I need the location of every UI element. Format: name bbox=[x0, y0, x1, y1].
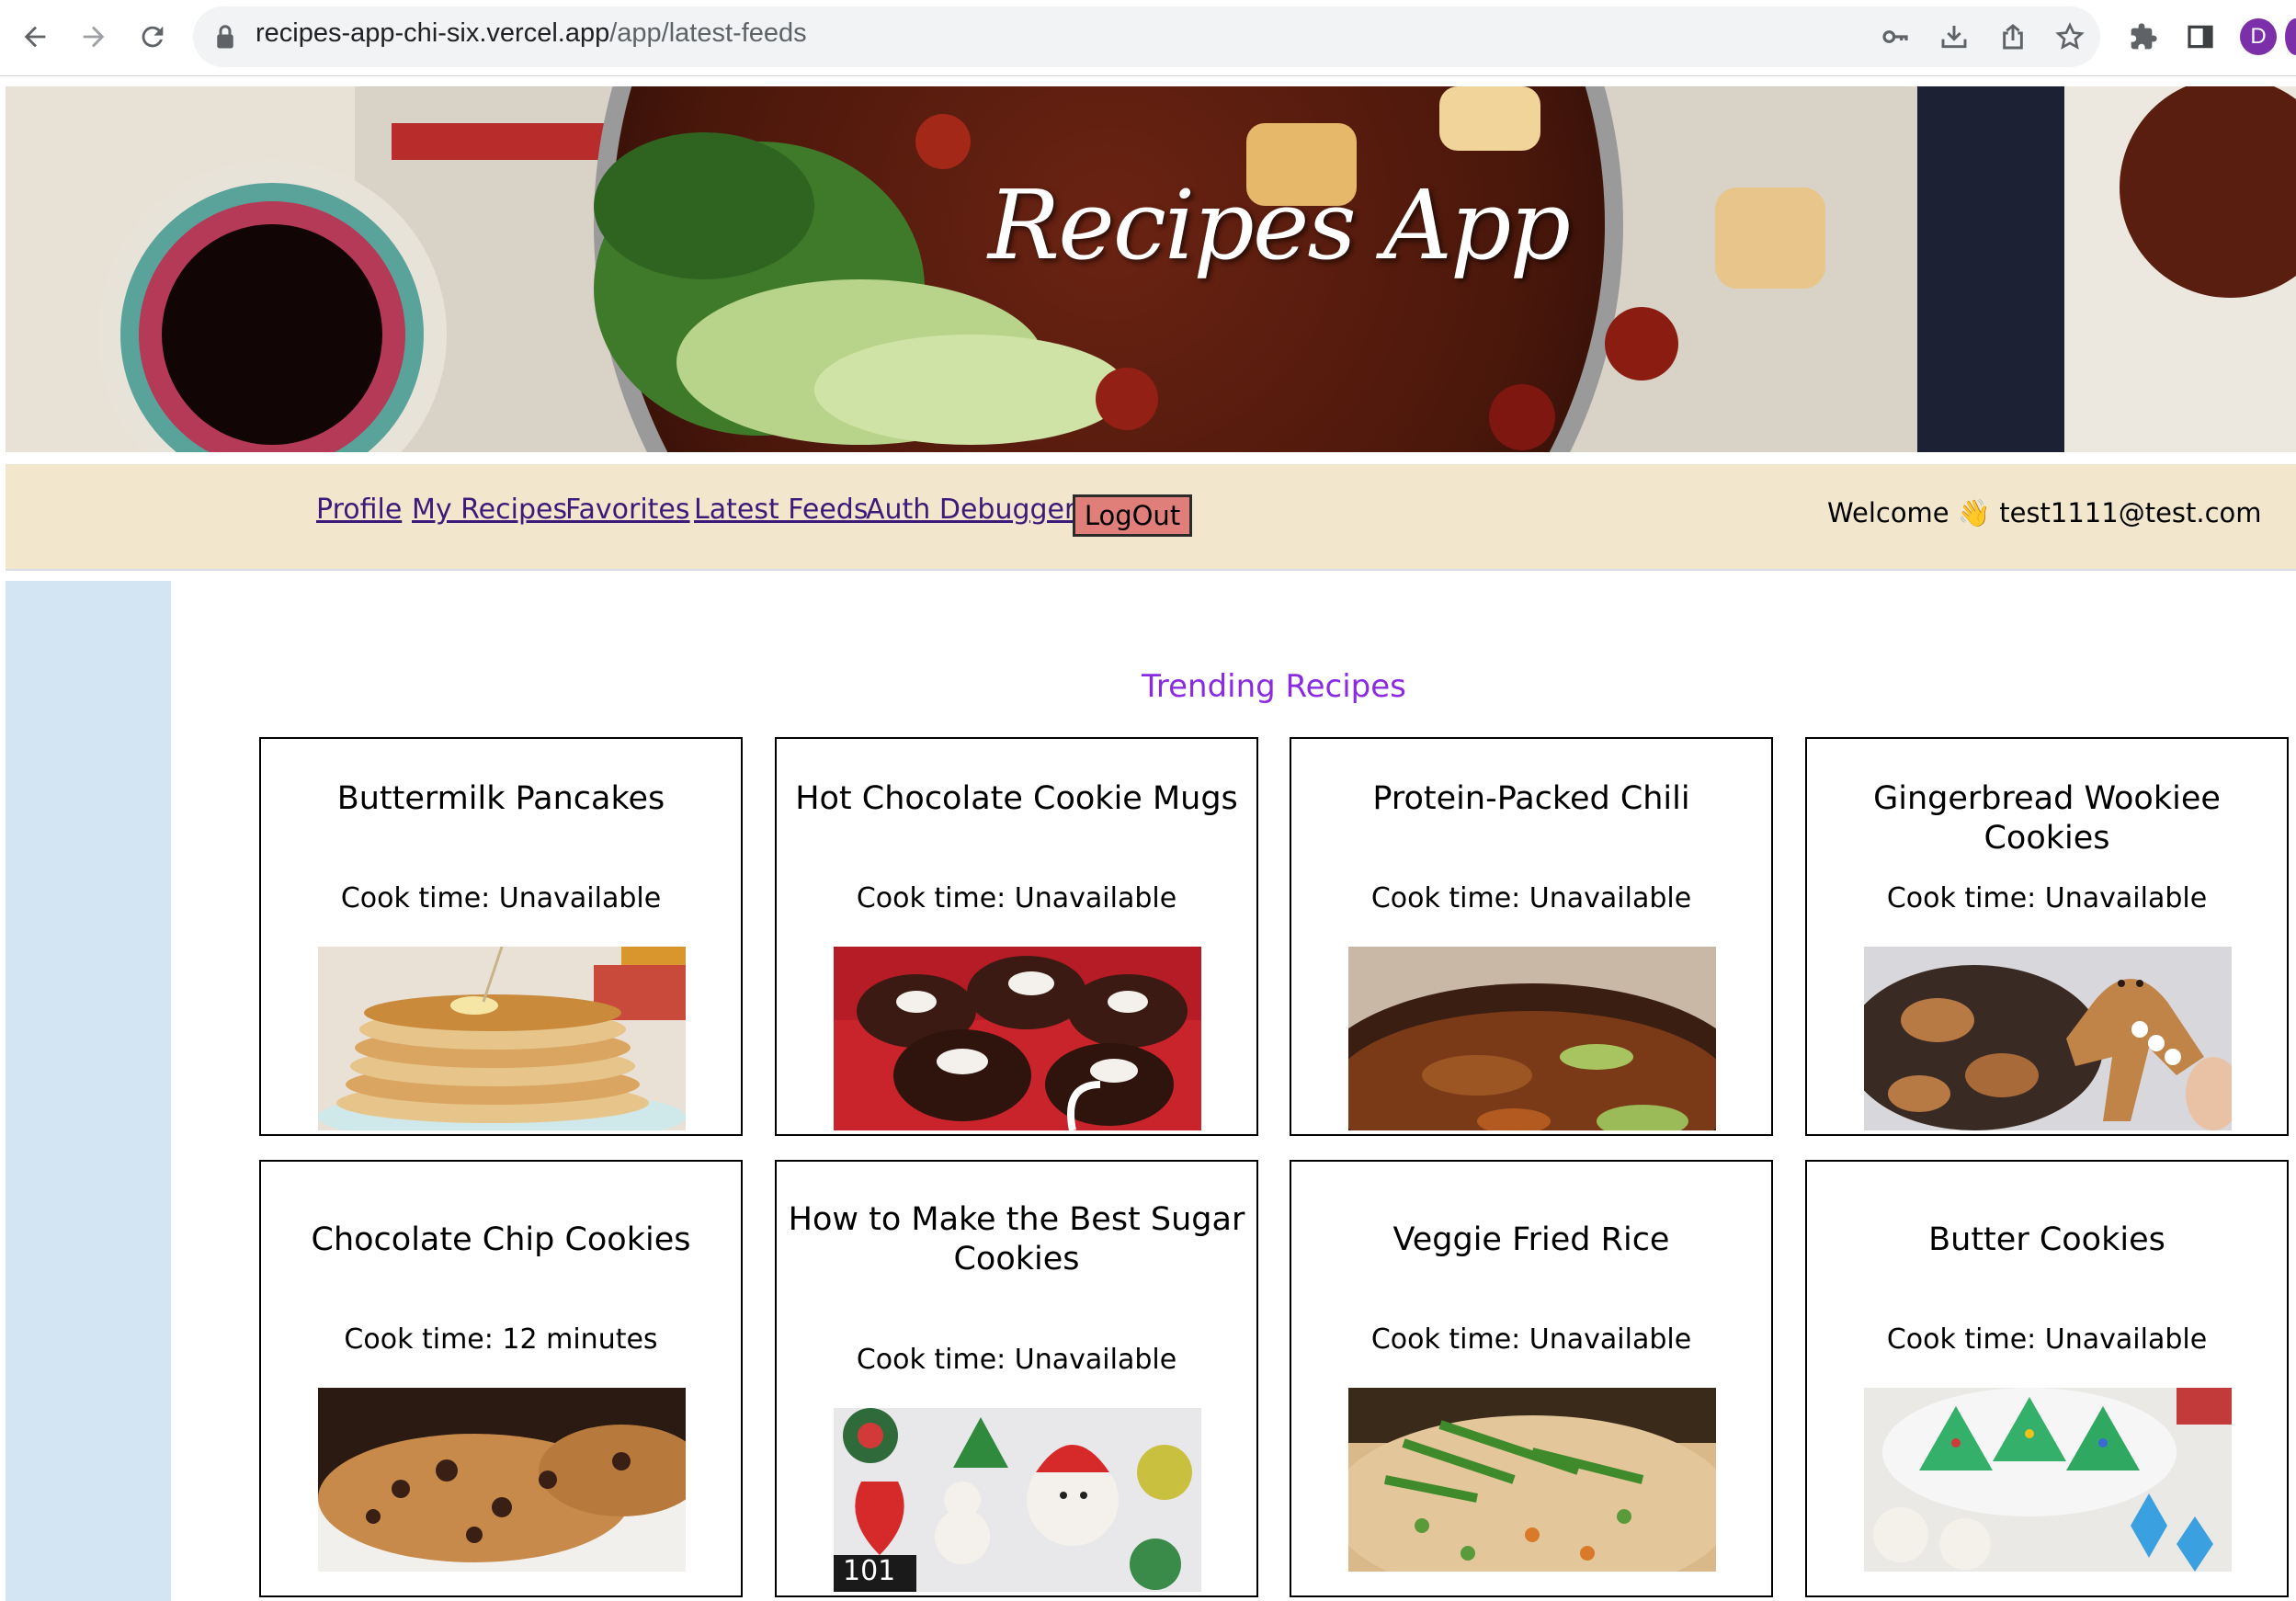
recipe-cook-time: Cook time: Unavailable bbox=[1370, 1323, 1692, 1356]
recipe-image-pancakes[interactable] bbox=[318, 947, 686, 1130]
install-icon[interactable] bbox=[1936, 18, 1972, 55]
forward-icon[interactable] bbox=[70, 13, 118, 61]
recipe-card[interactable]: Hot Chocolate Cookie Mugs Cook time: Una… bbox=[775, 737, 1258, 1136]
nav-link-latest-feeds[interactable]: Latest Feeds bbox=[694, 494, 868, 526]
sidebar bbox=[6, 581, 171, 1601]
recipe-image-sugar-cookies[interactable]: 101 bbox=[834, 1408, 1201, 1592]
recipe-card[interactable]: Chocolate Chip Cookies Cook time: 12 min… bbox=[259, 1160, 743, 1597]
section-title: Trending Recipes bbox=[1142, 668, 1406, 705]
nav-link-auth-debugger[interactable]: Auth Debugger bbox=[866, 494, 1075, 526]
recipe-cook-time: Cook time: Unavailable bbox=[856, 1344, 1177, 1376]
recipe-card[interactable]: Gingerbread Wookiee Cookies Cook time: U… bbox=[1805, 737, 2289, 1136]
recipe-cook-time: Cook time: Unavailable bbox=[1886, 1323, 2208, 1356]
profile-avatar-partial bbox=[2285, 18, 2296, 55]
share-icon[interactable] bbox=[1995, 18, 2031, 55]
recipe-card[interactable]: How to Make the Best Sugar Cookies Cook … bbox=[775, 1160, 1258, 1597]
app-title: Recipes App bbox=[987, 169, 1571, 281]
recipe-image-gingerbread[interactable] bbox=[1864, 947, 2232, 1130]
recipe-title: Butter Cookies bbox=[1928, 1221, 2165, 1258]
url-domain: recipes-app-chi-six.vercel.app bbox=[256, 18, 610, 48]
recipe-card[interactable]: Buttermilk Pancakes Cook time: Unavailab… bbox=[259, 737, 743, 1136]
url-path: /app/latest-feeds bbox=[609, 18, 807, 48]
browser-toolbar: recipes-app-chi-six.vercel.app/app/lates… bbox=[0, 0, 2296, 76]
bookmark-star-icon[interactable] bbox=[2052, 18, 2088, 55]
recipe-title: Buttermilk Pancakes bbox=[336, 780, 665, 817]
recipe-cook-time: Cook time: Unavailable bbox=[340, 882, 662, 914]
recipe-image-fried-rice[interactable] bbox=[1348, 1388, 1716, 1572]
recipe-cook-time: Cook time: 12 minutes bbox=[344, 1323, 658, 1356]
lock-icon[interactable] bbox=[213, 23, 237, 54]
recipe-title: How to Make the Best Sugar Cookies bbox=[788, 1201, 1245, 1277]
recipe-title: Chocolate Chip Cookies bbox=[311, 1221, 691, 1258]
back-icon[interactable] bbox=[11, 13, 59, 61]
nav-link-my-recipes[interactable]: My Recipes bbox=[412, 494, 567, 526]
logout-button[interactable]: LogOut bbox=[1073, 494, 1192, 537]
side-panel-icon[interactable] bbox=[2182, 18, 2219, 55]
nav-link-profile[interactable]: Profile bbox=[316, 494, 402, 526]
profile-initial: D bbox=[2250, 24, 2267, 49]
recipe-cook-time: Cook time: Unavailable bbox=[856, 882, 1177, 914]
recipe-image-cookie-mugs[interactable] bbox=[834, 947, 1201, 1130]
recipe-image-butter-cookies[interactable] bbox=[1864, 1388, 2232, 1572]
recipe-card[interactable]: Veggie Fried Rice Cook time: Unavailable bbox=[1290, 1160, 1773, 1597]
recipe-card[interactable]: Butter Cookies Cook time: Unavailable bbox=[1805, 1160, 2289, 1597]
recipe-image-chili[interactable] bbox=[1348, 947, 1716, 1130]
recipe-cook-time: Cook time: Unavailable bbox=[1370, 882, 1692, 914]
recipe-cook-time: Cook time: Unavailable bbox=[1886, 882, 2208, 914]
lesson-badge: 101 bbox=[843, 1555, 896, 1587]
key-icon[interactable] bbox=[1877, 18, 1914, 55]
header-banner: Recipes App bbox=[6, 86, 2296, 452]
recipe-title: Gingerbread Wookiee Cookies bbox=[1873, 780, 2221, 857]
nav-bar: Profile My Recipes Favorites Latest Feed… bbox=[6, 464, 2296, 571]
address-bar[interactable]: recipes-app-chi-six.vercel.app/app/lates… bbox=[193, 6, 2100, 67]
extensions-icon[interactable] bbox=[2125, 18, 2162, 55]
recipe-card[interactable]: Protein-Packed Chili Cook time: Unavaila… bbox=[1290, 737, 1773, 1136]
reload-icon[interactable] bbox=[129, 13, 176, 61]
nav-link-favorites[interactable]: Favorites bbox=[565, 494, 690, 526]
url-text[interactable]: recipes-app-chi-six.vercel.app/app/lates… bbox=[256, 18, 807, 49]
recipe-title: Protein-Packed Chili bbox=[1372, 780, 1690, 817]
recipe-title: Hot Chocolate Cookie Mugs bbox=[795, 780, 1238, 817]
welcome-message: Welcome 👋 test1111@test.com bbox=[1827, 497, 2262, 528]
profile-avatar[interactable]: D bbox=[2240, 18, 2277, 55]
recipe-image-chocolate-chip[interactable] bbox=[318, 1388, 686, 1572]
recipe-title: Veggie Fried Rice bbox=[1392, 1221, 1670, 1258]
